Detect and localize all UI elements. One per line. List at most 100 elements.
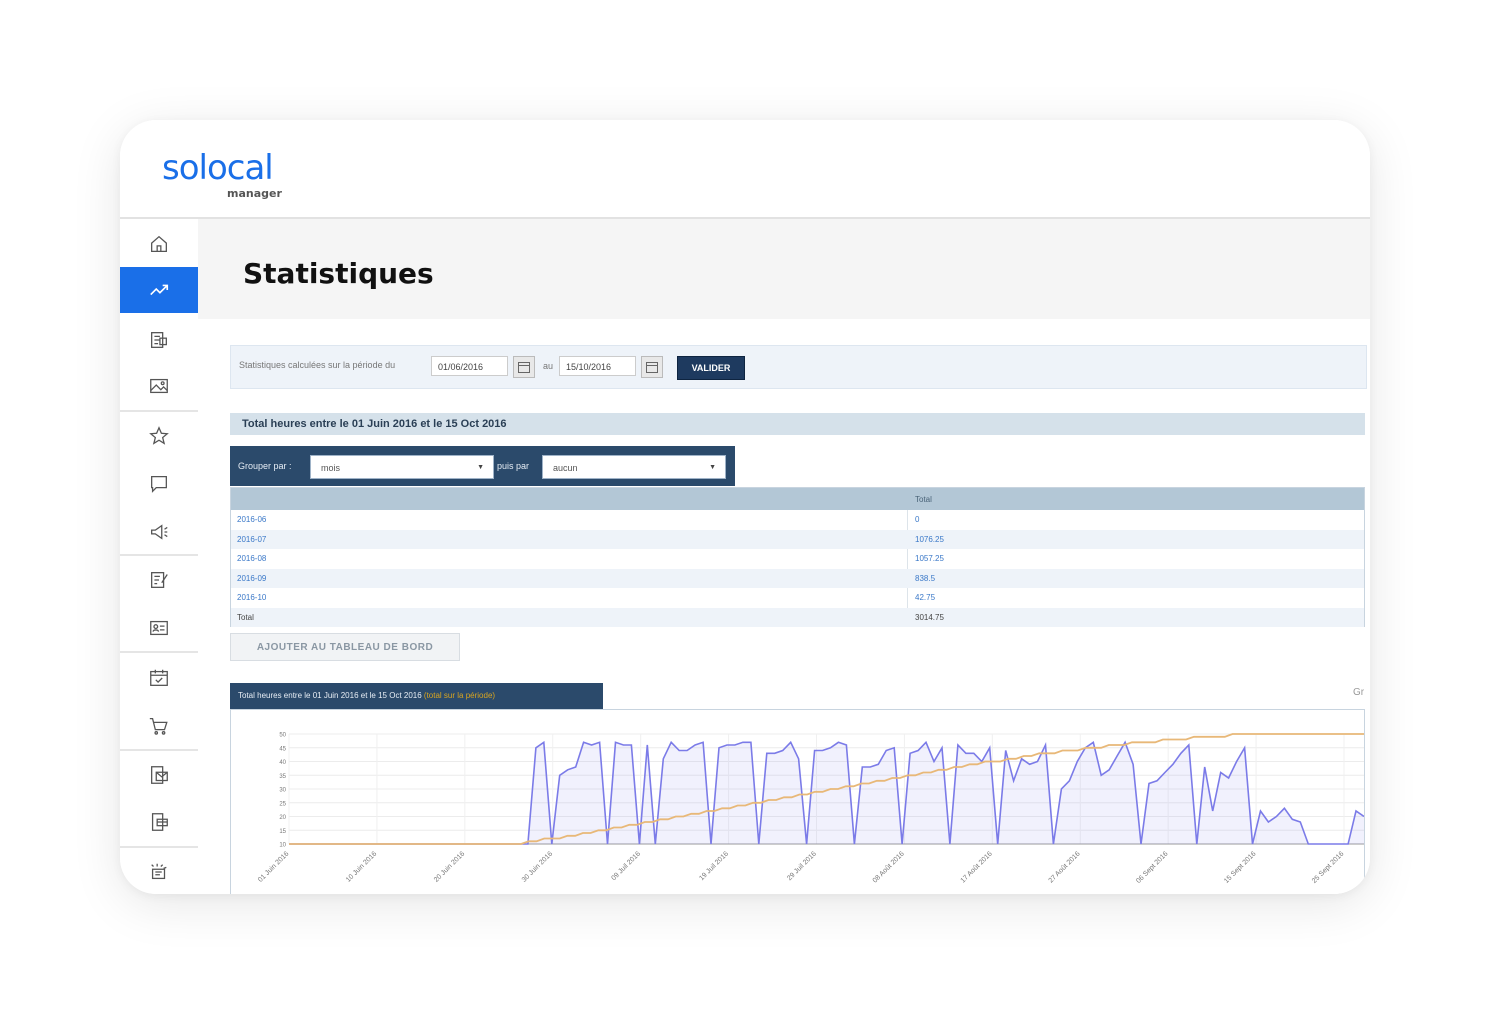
row-value[interactable]: 1057.25 (915, 549, 944, 569)
chat-icon (151, 476, 167, 493)
chart-panel: 50 45 40 35 30 25 20 15 10 01 Juin 2016 10 Juin 20… (230, 709, 1365, 894)
chart-side-label[interactable]: Gr (1353, 687, 1364, 698)
table-row[interactable]: 2016-07 1076.25 (231, 529, 1364, 550)
y-tick-label: 15 (279, 829, 286, 835)
title-band: Statistiques (198, 219, 1370, 319)
sidebar-nav (120, 219, 198, 894)
contact-card-icon (150, 620, 168, 636)
sidebar-item-home[interactable] (120, 221, 198, 267)
solocal-logo[interactable]: solocal (162, 148, 274, 188)
table-row[interactable]: 2016-09 838.5 (231, 568, 1364, 589)
y-tick-label: 40 (279, 760, 286, 766)
y-tick-label: 45 (279, 746, 286, 752)
x-tick-label: 10 Juin 2016 (345, 850, 378, 883)
sidebar-item-campaigns[interactable] (120, 509, 198, 555)
calendar-icon (646, 362, 658, 373)
table-row[interactable]: 2016-08 1057.25 (231, 549, 1364, 569)
row-label[interactable]: 2016-06 (237, 510, 266, 530)
row-value[interactable]: 42.75 (915, 588, 935, 608)
star-icon (149, 426, 169, 445)
add-to-dashboard-button[interactable]: AJOUTER AU TABLEAU DE BORD (230, 633, 460, 661)
statistics-icon (150, 284, 169, 296)
chart-tab[interactable]: Total heures entre le 01 Juin 2016 et le… (230, 683, 603, 709)
x-tick-label: 17 Août 2016 (960, 850, 994, 884)
sidebar-item-payment[interactable] (120, 799, 198, 845)
megaphone-icon (151, 524, 168, 540)
row-value[interactable]: 0 (915, 510, 919, 530)
validate-button[interactable]: VALIDER (677, 356, 745, 380)
table-row[interactable]: 2016-10 42.75 (231, 588, 1364, 608)
sidebar-item-photos[interactable] (120, 363, 198, 409)
chevron-down-icon: ▼ (477, 464, 484, 471)
listing-icon (151, 332, 167, 348)
sidebar-item-settings[interactable] (120, 849, 198, 894)
sidebar-item-reviews[interactable] (120, 413, 198, 459)
date-from-input[interactable]: 01/06/2016 (431, 356, 508, 376)
app-window: solocal manager Statistiques Statistique… (120, 120, 1370, 894)
edit-document-icon (151, 572, 168, 588)
row-value[interactable]: 838.5 (915, 569, 935, 589)
date-to-calendar-button[interactable] (641, 356, 663, 378)
sidebar-item-posts[interactable] (120, 557, 198, 603)
y-tick-label: 35 (279, 774, 286, 780)
summary-title: Total heures entre le 01 Juin 2016 et le… (230, 413, 1365, 435)
x-tick-label: 01 Juin 2016 (257, 850, 290, 883)
chart-tab-title: Total heures entre le 01 Juin 2016 et le… (238, 691, 422, 700)
y-tick-label: 25 (279, 801, 286, 807)
y-tick-label: 50 (279, 733, 286, 739)
date-filter-bar: Statistiques calculées sur la période du… (230, 345, 1367, 389)
sidebar-item-agenda[interactable] (120, 655, 198, 701)
x-tick-label: 19 Juil 2016 (698, 850, 730, 882)
then-by-select[interactable]: aucun ▼ (542, 455, 726, 479)
x-tick-label: 15 Sept 2016 (1223, 850, 1257, 884)
sidebar-item-mailing[interactable] (120, 752, 198, 798)
settings-sparkle-icon (151, 863, 167, 880)
then-by-label: puis par (497, 461, 530, 471)
sidebar-divider (120, 846, 198, 848)
row-value[interactable]: 1076.25 (915, 530, 944, 550)
sidebar-item-shop[interactable] (120, 703, 198, 749)
row-label[interactable]: 2016-09 (237, 569, 266, 589)
page-title: Statistiques (243, 257, 434, 290)
sidebar-item-statistics[interactable] (120, 267, 198, 313)
table-total-row: Total 3014.75 (231, 607, 1364, 627)
x-tick-label: 29 Juil 2016 (786, 850, 818, 882)
row-label[interactable]: 2016-07 (237, 530, 266, 550)
x-tick-label: 08 Août 2016 (872, 850, 906, 884)
date-from-calendar-button[interactable] (513, 356, 535, 378)
y-tick-label: 20 (279, 815, 286, 821)
group-by-select[interactable]: mois ▼ (310, 455, 494, 479)
mail-icon (151, 766, 168, 784)
x-tick-label: 25 Sept 2016 (1311, 850, 1345, 884)
x-tick-label: 20 Juin 2016 (433, 850, 466, 883)
x-tick-label: 09 Juil 2016 (610, 850, 642, 882)
au-label: au (543, 361, 554, 371)
total-column-header[interactable]: Total (915, 495, 932, 504)
sidebar-divider (120, 410, 198, 412)
chart-tab-highlight: (total sur la période) (423, 691, 496, 700)
row-label[interactable]: 2016-10 (237, 588, 266, 608)
period-label: Statistiques calculées sur la période du (239, 360, 396, 370)
statistics-content: Statistiques calculées sur la période du… (198, 319, 1370, 894)
sidebar-divider (120, 749, 198, 751)
total-value: 3014.75 (915, 612, 944, 622)
sidebar-divider (120, 651, 198, 653)
hours-table: Total 2016-06 0 2016-07 1076.25 2016-08 … (230, 487, 1365, 627)
date-to-input[interactable]: 15/10/2016 (559, 356, 636, 376)
hours-line-chart: 50 45 40 35 30 25 20 15 1001 Juin 2016 10 Juin 20… (257, 733, 1365, 885)
y-tick-label: 10 (279, 843, 286, 849)
sidebar-divider (120, 554, 198, 556)
group-by-value: mois (321, 463, 341, 473)
sidebar-item-contact[interactable] (120, 605, 198, 651)
payment-icon (151, 813, 168, 831)
chevron-down-icon: ▼ (709, 464, 716, 471)
table-row[interactable]: 2016-06 0 (231, 510, 1364, 530)
home-icon (151, 235, 167, 252)
row-label[interactable]: 2016-08 (237, 549, 266, 569)
sidebar-item-messages[interactable] (120, 461, 198, 507)
sidebar-item-listing[interactable] (120, 317, 198, 363)
calendar-icon (518, 362, 530, 373)
x-tick-label: 27 Août 2016 (1048, 850, 1082, 884)
group-by-label: Grouper par : (238, 461, 292, 471)
logo-subtitle: manager (227, 187, 282, 200)
